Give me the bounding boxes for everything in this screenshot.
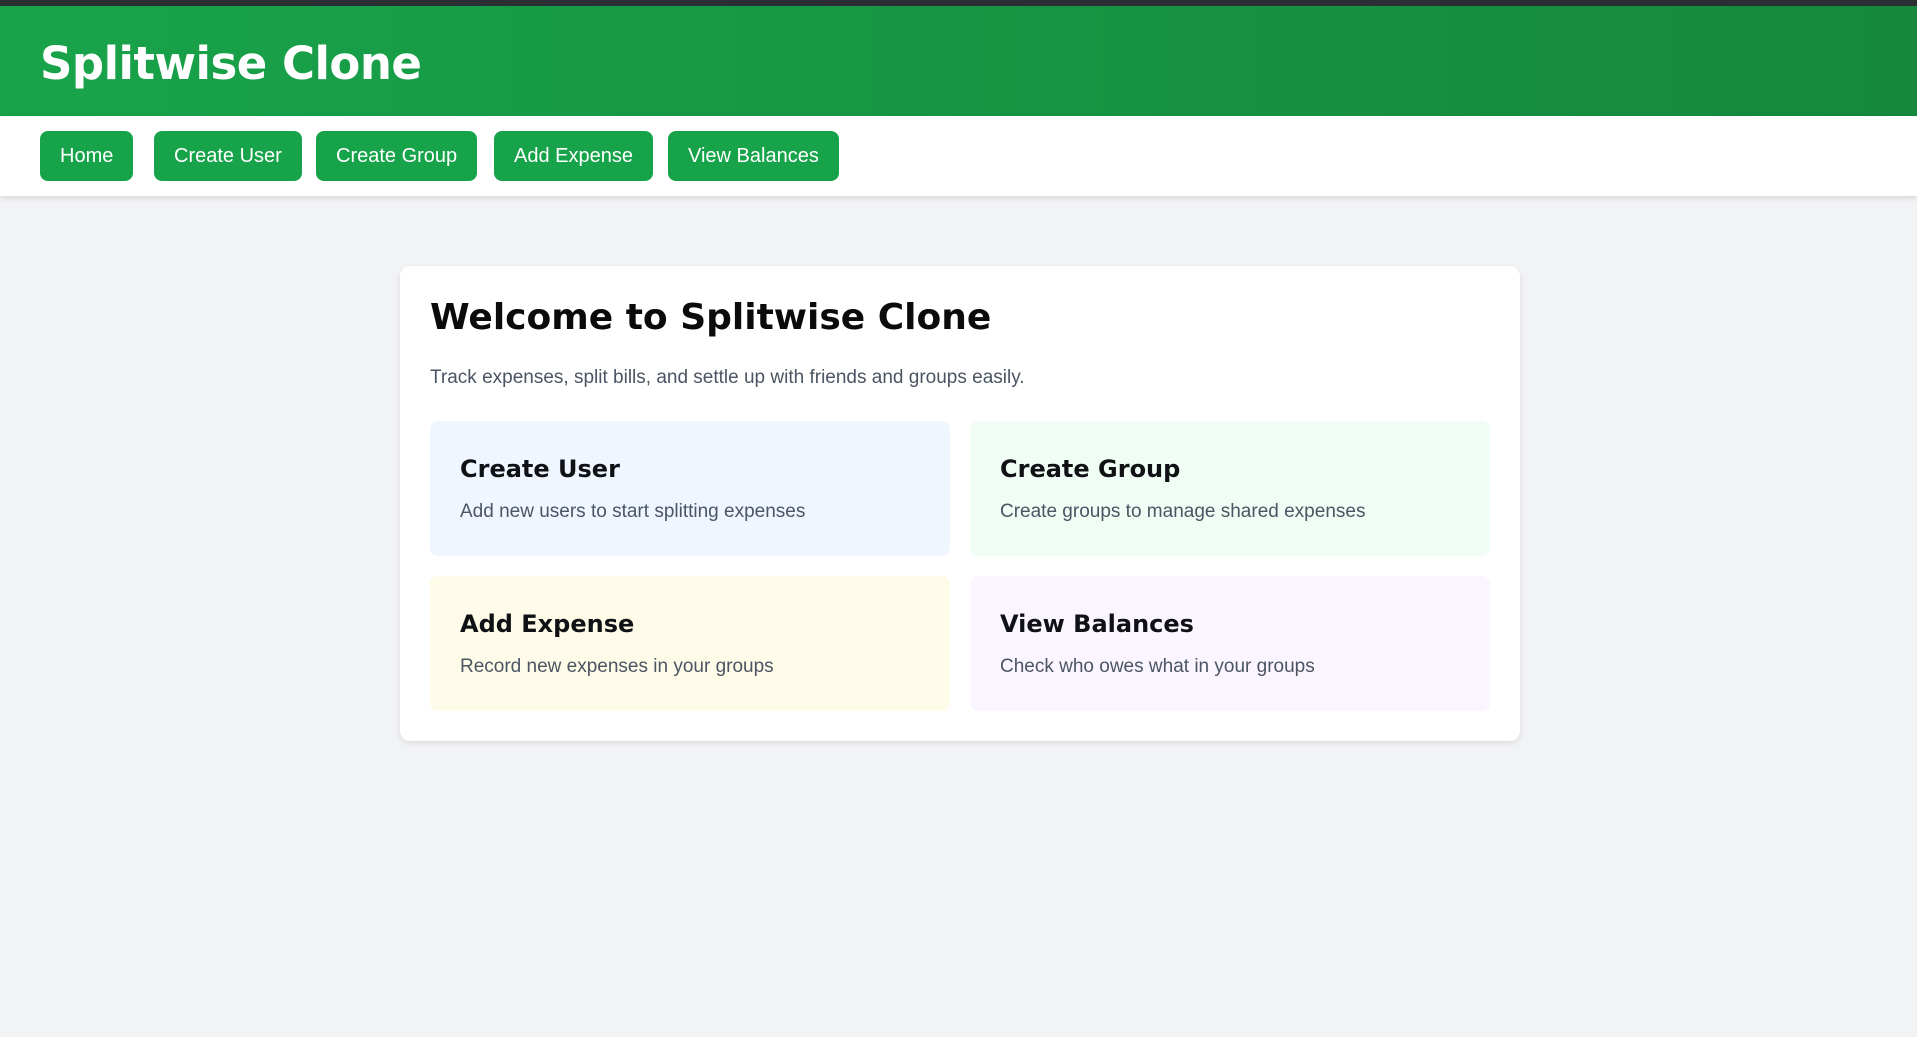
feature-tile-title: Add Expense xyxy=(460,610,635,638)
nav-add-expense-button[interactable]: Add Expense xyxy=(494,131,653,181)
feature-tile-create-group[interactable]: Create Group Create groups to manage sha… xyxy=(970,421,1490,556)
welcome-subtitle: Track expenses, split bills, and settle … xyxy=(430,367,1025,388)
nav-create-user-button[interactable]: Create User xyxy=(154,131,302,181)
app-title: Splitwise Clone xyxy=(40,37,422,90)
feature-tile-view-balances[interactable]: View Balances Check who owes what in you… xyxy=(970,576,1490,711)
feature-tile-create-user[interactable]: Create User Add new users to start split… xyxy=(430,421,950,556)
feature-tile-title: Create User xyxy=(460,455,620,483)
nav-create-group-button[interactable]: Create Group xyxy=(316,131,478,181)
feature-tile-title: Create Group xyxy=(1000,455,1181,483)
feature-tile-title: View Balances xyxy=(1000,610,1194,638)
nav-home-button[interactable]: Home xyxy=(40,131,134,181)
feature-tile-description: Record new expenses in your groups xyxy=(460,656,774,677)
welcome-title: Welcome to Splitwise Clone xyxy=(430,297,992,338)
feature-tile-description: Create groups to manage shared expenses xyxy=(1000,501,1366,522)
nav-bar: Home Create User Create Group Add Expens… xyxy=(0,116,1917,196)
feature-tile-description: Check who owes what in your groups xyxy=(1000,656,1315,677)
nav-view-balances-button[interactable]: View Balances xyxy=(668,131,839,181)
feature-tile-add-expense[interactable]: Add Expense Record new expenses in your … xyxy=(430,576,950,711)
app-header: Splitwise Clone xyxy=(0,6,1917,116)
welcome-card: Welcome to Splitwise Clone Track expense… xyxy=(400,266,1520,741)
feature-tile-description: Add new users to start splitting expense… xyxy=(460,501,806,522)
